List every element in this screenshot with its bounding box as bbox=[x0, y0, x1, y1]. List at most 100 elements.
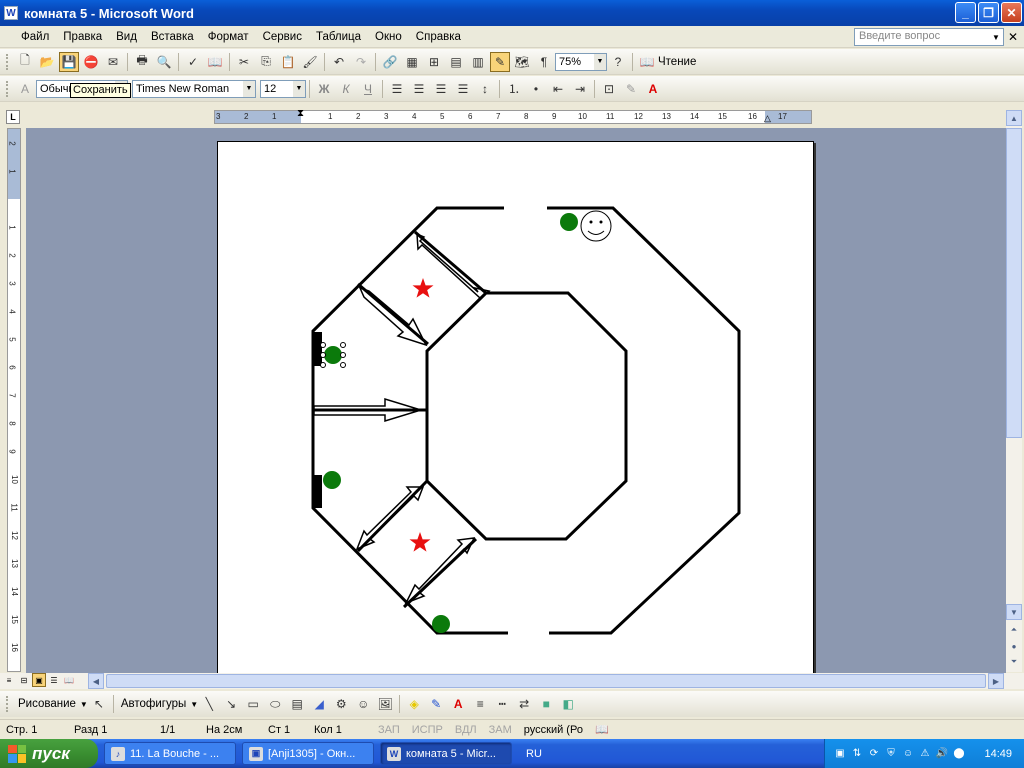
reading-button[interactable]: Чтение bbox=[658, 56, 696, 68]
menu-tools[interactable]: Сервис bbox=[256, 31, 309, 43]
tray-security-icon[interactable]: ⛨ bbox=[884, 747, 898, 761]
decrease-indent-icon[interactable]: ⇤ bbox=[548, 79, 568, 99]
clipart-icon[interactable]: ☺ bbox=[353, 694, 373, 714]
drawing-toggle-icon[interactable]: ✎ bbox=[490, 51, 510, 72]
cut-icon[interactable]: ✂ bbox=[234, 52, 254, 72]
document-close-icon[interactable]: ✕ bbox=[1008, 30, 1018, 44]
document-map-icon[interactable]: 🗺 bbox=[512, 52, 532, 72]
menu-insert[interactable]: Вставка bbox=[144, 31, 201, 43]
start-button[interactable]: пуск bbox=[0, 739, 98, 768]
close-button[interactable]: ✕ bbox=[1001, 2, 1022, 23]
scroll-up-button[interactable]: ▲ bbox=[1006, 110, 1022, 126]
line-style-icon[interactable]: ≡ bbox=[470, 694, 490, 714]
tables-borders-icon[interactable]: ▦ bbox=[402, 52, 422, 72]
volume-icon[interactable]: 🔊 bbox=[935, 747, 949, 761]
open-icon[interactable]: 📂 bbox=[37, 52, 57, 72]
shadow-icon[interactable]: ■ bbox=[536, 694, 556, 714]
arrow-style-icon[interactable]: ⇄ bbox=[514, 694, 534, 714]
autoshapes-menu-button[interactable]: Автофигуры bbox=[117, 698, 190, 710]
tray-messenger-icon[interactable]: ☺ bbox=[901, 747, 915, 761]
dash-style-icon[interactable]: ┅ bbox=[492, 694, 512, 714]
3d-icon[interactable]: ◧ bbox=[558, 694, 578, 714]
horizontal-scroll-thumb[interactable] bbox=[106, 674, 986, 688]
paste-icon[interactable]: 📋 bbox=[278, 52, 298, 72]
align-left-icon[interactable]: ☰ bbox=[387, 79, 407, 99]
picture-icon[interactable]: 🖼 bbox=[375, 694, 395, 714]
tray-app-icon[interactable]: ▣ bbox=[833, 747, 847, 761]
email-icon[interactable]: ✉ bbox=[103, 52, 123, 72]
prev-page-icon[interactable]: ⏶ bbox=[1006, 622, 1022, 638]
print-layout-icon[interactable]: ▣ bbox=[32, 673, 46, 687]
drawing-menu-button[interactable]: Рисование bbox=[14, 698, 80, 710]
oval-icon[interactable]: ⬭ bbox=[265, 694, 285, 714]
columns-icon[interactable]: ▥ bbox=[468, 52, 488, 72]
textbox-icon[interactable]: ▤ bbox=[287, 694, 307, 714]
green-dot-icon[interactable] bbox=[324, 346, 342, 364]
tray-warning-icon[interactable]: ⚠ bbox=[918, 747, 932, 761]
tab-selector[interactable]: L bbox=[6, 110, 20, 124]
normal-view-icon[interactable]: ≡ bbox=[2, 673, 16, 687]
redo-icon[interactable]: ↷ bbox=[351, 52, 371, 72]
bullets-icon[interactable]: • bbox=[526, 79, 546, 99]
select-objects-icon[interactable]: ↖ bbox=[89, 694, 109, 714]
font-size-select[interactable]: 12 ▼ bbox=[260, 79, 306, 98]
chevron-down-icon[interactable]: ▼ bbox=[293, 80, 305, 97]
menu-file[interactable]: Файл bbox=[14, 31, 56, 43]
status-language[interactable]: русский (Ро bbox=[518, 722, 589, 738]
document-page[interactable] bbox=[217, 141, 814, 673]
bold-icon[interactable]: Ж bbox=[314, 79, 334, 99]
menu-help[interactable]: Справка bbox=[409, 31, 468, 43]
font-color-icon[interactable]: A bbox=[448, 694, 468, 714]
menu-edit[interactable]: Правка bbox=[56, 31, 109, 43]
zoom-select[interactable]: 75% ▼ bbox=[555, 52, 607, 71]
room-drawing[interactable] bbox=[218, 142, 815, 673]
reading-view-icon[interactable]: 📖 bbox=[62, 673, 76, 687]
permission-icon[interactable]: ⛔ bbox=[81, 52, 101, 72]
scroll-left-button[interactable]: ◀ bbox=[88, 673, 104, 689]
wordart-icon[interactable]: ◢ bbox=[309, 694, 329, 714]
arrow-icon[interactable]: ↘ bbox=[221, 694, 241, 714]
undo-icon[interactable]: ↶ bbox=[329, 52, 349, 72]
taskbar-item-music[interactable]: ♪ 11. La Bouche - ... bbox=[104, 742, 236, 765]
format-painter-icon[interactable]: 🖌 bbox=[300, 52, 320, 72]
status-overtype[interactable]: ЗАМ bbox=[483, 722, 518, 738]
numbering-icon[interactable]: ⒈ bbox=[504, 79, 524, 99]
minimize-button[interactable]: _ bbox=[955, 2, 976, 23]
underline-icon[interactable]: Ч bbox=[358, 79, 378, 99]
rectangle-icon[interactable]: ▭ bbox=[243, 694, 263, 714]
toolbar-grip[interactable] bbox=[6, 53, 10, 70]
spelling-status-icon[interactable]: 📖 bbox=[589, 722, 615, 738]
reading-icon[interactable]: 📖 bbox=[637, 52, 657, 72]
highlight-icon[interactable]: ✎ bbox=[621, 79, 641, 99]
line-icon[interactable]: ╲ bbox=[199, 694, 219, 714]
toolbar-grip[interactable] bbox=[6, 696, 10, 712]
font-color-icon[interactable]: A bbox=[643, 79, 663, 99]
font-select[interactable]: Times New Roman ▼ bbox=[132, 79, 256, 98]
menu-format[interactable]: Формат bbox=[201, 31, 256, 43]
word-app-icon[interactable]: W bbox=[4, 6, 18, 20]
justify-icon[interactable]: ☰ bbox=[453, 79, 473, 99]
styles-icon[interactable]: A bbox=[15, 79, 35, 99]
status-extend[interactable]: ВДЛ bbox=[449, 722, 483, 738]
print-preview-icon[interactable]: 🔍 bbox=[154, 52, 174, 72]
insert-excel-icon[interactable]: ▤ bbox=[446, 52, 466, 72]
increase-indent-icon[interactable]: ⇥ bbox=[570, 79, 590, 99]
tray-update-icon[interactable]: ⟳ bbox=[867, 747, 881, 761]
fill-color-icon[interactable]: ◈ bbox=[404, 694, 424, 714]
outline-view-icon[interactable]: ☰ bbox=[47, 673, 61, 687]
scroll-right-button[interactable]: ▶ bbox=[988, 673, 1004, 689]
italic-icon[interactable]: К bbox=[336, 79, 356, 99]
diagram-icon[interactable]: ⚙ bbox=[331, 694, 351, 714]
toolbar-grip[interactable] bbox=[6, 80, 10, 97]
menu-table[interactable]: Таблица bbox=[309, 31, 368, 43]
save-icon[interactable]: 💾 bbox=[59, 51, 79, 72]
horizontal-scrollbar[interactable]: ◀ ▶ bbox=[88, 673, 1004, 689]
spelling-icon[interactable]: ✓ bbox=[183, 52, 203, 72]
clock[interactable]: 14:49 bbox=[984, 748, 1012, 760]
tray-antivirus-icon[interactable]: ⬤ bbox=[952, 747, 966, 761]
copy-icon[interactable]: ⎘ bbox=[256, 52, 276, 72]
align-center-icon[interactable]: ☰ bbox=[409, 79, 429, 99]
status-record[interactable]: ЗАП bbox=[372, 722, 406, 738]
line-color-icon[interactable]: ✎ bbox=[426, 694, 446, 714]
line-spacing-icon[interactable]: ↕ bbox=[475, 79, 495, 99]
